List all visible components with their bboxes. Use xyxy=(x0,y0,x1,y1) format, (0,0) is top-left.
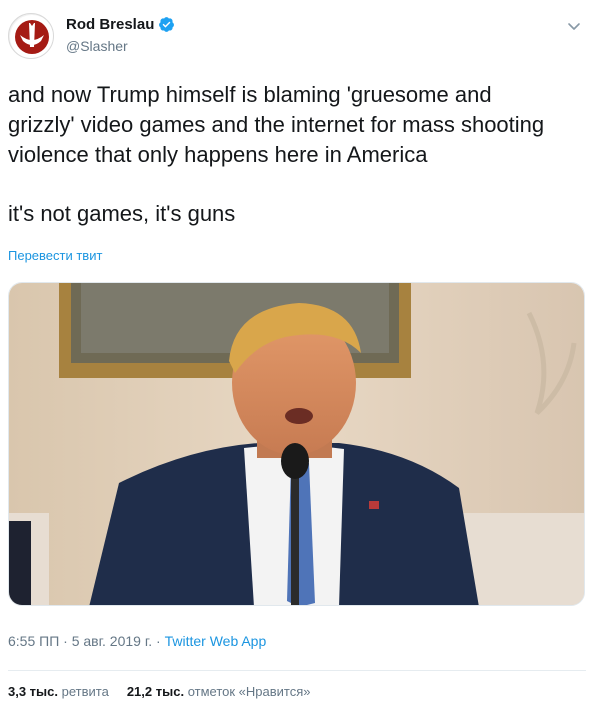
retweets-label: ретвита xyxy=(61,684,109,699)
tweet-video-media[interactable] xyxy=(8,282,585,606)
author-name-row[interactable]: Rod Breslau xyxy=(66,16,175,33)
avatar[interactable] xyxy=(8,13,54,59)
tweet-text-line: and now Trump himself is blaming 'grueso… xyxy=(8,82,492,107)
chevron-down-icon[interactable] xyxy=(566,18,582,34)
source-app-link[interactable]: Twitter Web App xyxy=(165,633,267,649)
tweet-time[interactable]: 6:55 ПП xyxy=(8,633,59,649)
retweets-count: 3,3 тыс. xyxy=(8,684,58,699)
video-frame-image xyxy=(9,283,584,605)
meta-separator: · xyxy=(59,633,72,649)
divider xyxy=(8,670,586,671)
verified-badge-icon xyxy=(159,17,175,32)
likes-stat[interactable]: 21,2 тыс. отметок «Нравится» xyxy=(127,684,311,699)
likes-count: 21,2 тыс. xyxy=(126,684,185,699)
meta-separator: · xyxy=(152,633,165,649)
tweet-text-line: grizzly' video games and the internet fo… xyxy=(8,112,545,137)
tweet-text: and now Trump himself is blaming 'grueso… xyxy=(8,80,586,229)
tweet-date[interactable]: 5 авг. 2019 г. xyxy=(72,633,152,649)
author-display-name[interactable]: Rod Breslau xyxy=(66,16,154,33)
retweets-stat[interactable]: 3,3 тыс. ретвита xyxy=(8,684,109,699)
tweet-stats: 3,3 тыс. ретвита 21,2 тыс. отметок «Нрав… xyxy=(8,684,310,699)
translate-tweet-link[interactable]: Перевести твит xyxy=(8,248,102,263)
likes-label: отметок «Нравится» xyxy=(187,684,311,699)
avatar-logo xyxy=(10,15,53,58)
tweet-text-line: it's not games, it's guns xyxy=(8,201,236,226)
tweet-meta: 6:55 ПП · 5 авг. 2019 г. · Twitter Web A… xyxy=(8,633,266,649)
tweet-text-line: violence that only happens here in Ameri… xyxy=(8,142,428,167)
author-handle[interactable]: @Slasher xyxy=(66,38,128,54)
